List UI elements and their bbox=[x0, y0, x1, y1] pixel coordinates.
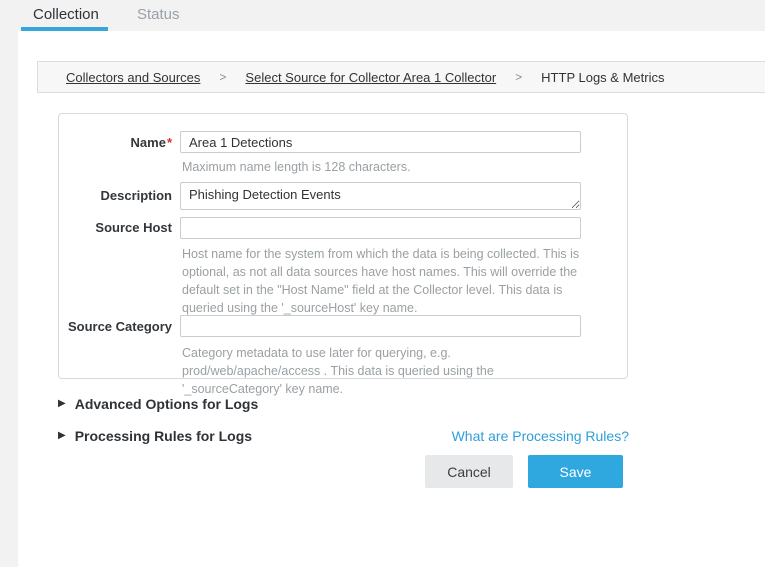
collapsed-triangle-icon: ▶ bbox=[58, 396, 66, 412]
tab-collection[interactable]: Collection bbox=[33, 0, 99, 30]
name-input[interactable] bbox=[180, 131, 581, 153]
source-host-input[interactable] bbox=[180, 217, 581, 239]
name-label-text: Name bbox=[131, 135, 166, 150]
name-label: Name* bbox=[58, 135, 172, 150]
source-category-input[interactable] bbox=[180, 315, 581, 337]
processing-rules-toggle[interactable]: ▶ Processing Rules for Logs bbox=[58, 428, 252, 444]
what-are-processing-rules-link[interactable]: What are Processing Rules? bbox=[452, 428, 629, 444]
source-category-help-text: Category metadata to use later for query… bbox=[182, 344, 585, 398]
top-tab-bar: Collection Status bbox=[0, 0, 765, 31]
breadcrumb-select-source[interactable]: Select Source for Collector Area 1 Colle… bbox=[245, 70, 496, 85]
collapsed-triangle-icon: ▶ bbox=[58, 428, 66, 444]
description-label: Description bbox=[58, 188, 172, 203]
tab-status[interactable]: Status bbox=[137, 0, 180, 30]
breadcrumb-separator-icon: > bbox=[515, 70, 522, 84]
processing-rules-title: Processing Rules for Logs bbox=[75, 428, 252, 444]
save-button[interactable]: Save bbox=[528, 455, 623, 488]
name-help-text: Maximum name length is 128 characters. bbox=[182, 158, 585, 176]
advanced-options-title: Advanced Options for Logs bbox=[75, 396, 259, 412]
required-marker: * bbox=[167, 135, 172, 150]
source-host-label: Source Host bbox=[58, 220, 172, 235]
source-category-label: Source Category bbox=[58, 319, 172, 334]
breadcrumb-current-page: HTTP Logs & Metrics bbox=[541, 70, 664, 85]
breadcrumb-collectors-and-sources[interactable]: Collectors and Sources bbox=[66, 70, 200, 85]
source-host-help-text: Host name for the system from which the … bbox=[182, 245, 585, 317]
breadcrumb: Collectors and Sources > Select Source f… bbox=[37, 61, 765, 93]
cancel-button[interactable]: Cancel bbox=[425, 455, 513, 488]
description-textarea[interactable]: Phishing Detection Events bbox=[180, 182, 581, 210]
breadcrumb-separator-icon: > bbox=[219, 70, 226, 84]
advanced-options-toggle[interactable]: ▶ Advanced Options for Logs bbox=[58, 396, 258, 412]
